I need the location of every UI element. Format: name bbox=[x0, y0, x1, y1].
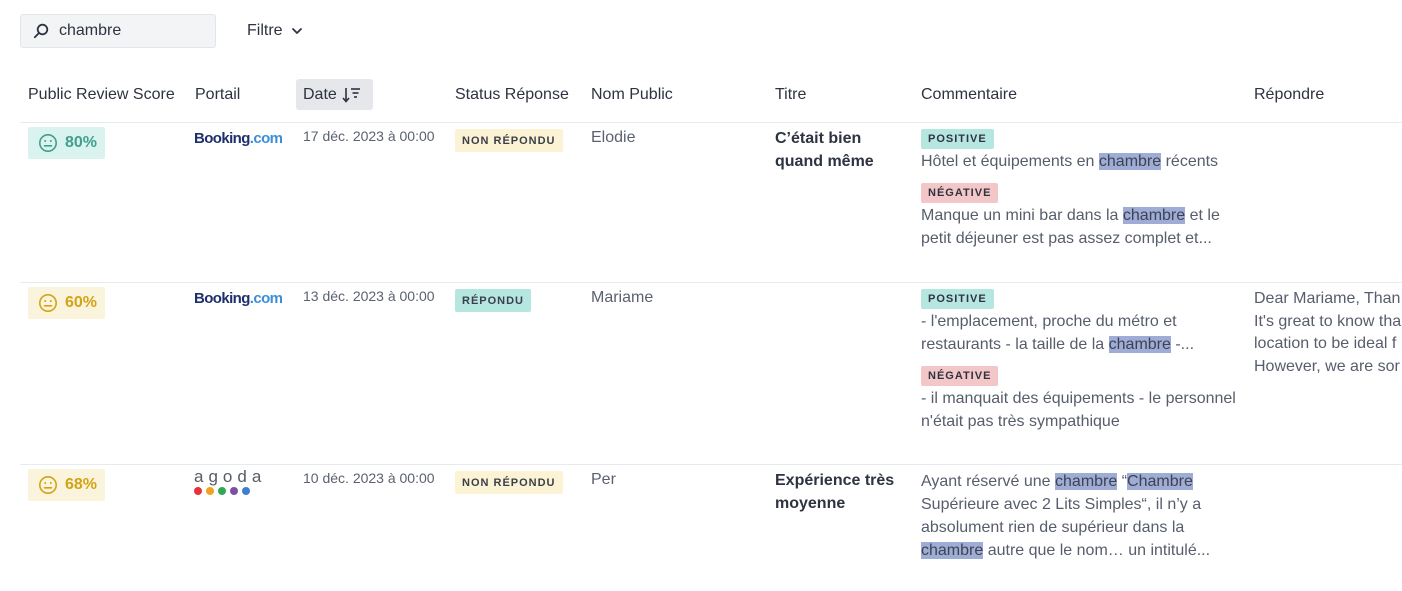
review-date: 13 déc. 2023 à 00:00 bbox=[303, 288, 435, 304]
review-comment: POSITIVE Hôtel et équipements en chambre… bbox=[921, 129, 1243, 250]
status-badge: RÉPONDU bbox=[455, 289, 532, 312]
status-badge: NON RÉPONDU bbox=[455, 471, 563, 494]
status-badge: NON RÉPONDU bbox=[455, 129, 563, 152]
column-header-portal[interactable]: Portail bbox=[195, 86, 240, 104]
neutral-face-icon bbox=[39, 476, 57, 494]
negative-tag: NÉGATIVE bbox=[921, 183, 999, 203]
agoda-logo: agoda bbox=[194, 468, 261, 495]
column-header-score[interactable]: Public Review Score bbox=[28, 86, 175, 104]
positive-tag: POSITIVE bbox=[921, 129, 994, 149]
review-score-value: 80% bbox=[65, 134, 98, 151]
positive-comment: - l'emplacement, proche du métro et rest… bbox=[921, 313, 1195, 353]
search-highlight: chambre bbox=[1108, 336, 1171, 353]
chevron-down-icon bbox=[291, 28, 302, 34]
review-score-badge: 60% bbox=[28, 287, 106, 319]
search-box[interactable] bbox=[20, 14, 216, 48]
booking-logo: Booking.com bbox=[194, 290, 283, 307]
review-comment: Ayant réservé une chambre “Chambre Supér… bbox=[921, 469, 1243, 562]
review-score-badge: 68% bbox=[28, 469, 106, 501]
reviewer-name: Mariame bbox=[591, 289, 654, 306]
search-input[interactable] bbox=[59, 22, 199, 40]
review-score-badge: 80% bbox=[28, 127, 106, 159]
column-header-date-label: Date bbox=[303, 85, 337, 103]
review-title: Expérience très moyenne bbox=[775, 472, 895, 512]
search-highlight: Chambre bbox=[1127, 473, 1193, 490]
header-divider bbox=[20, 122, 1402, 123]
column-header-comment[interactable]: Commentaire bbox=[921, 86, 1017, 104]
review-score-value: 60% bbox=[65, 294, 98, 311]
booking-logo: Booking.com bbox=[194, 130, 283, 147]
search-highlight: chambre bbox=[1098, 153, 1162, 170]
review-comment: POSITIVE - l'emplacement, proche du métr… bbox=[921, 289, 1243, 433]
sort-descending-icon bbox=[342, 87, 360, 103]
positive-tag: POSITIVE bbox=[921, 289, 994, 309]
neutral-face-icon bbox=[39, 294, 57, 312]
comment-text: Ayant réservé une chambre “Chambre Supér… bbox=[921, 473, 1211, 559]
column-header-status[interactable]: Status Réponse bbox=[455, 86, 569, 104]
positive-comment: Hôtel et équipements en chambre récents bbox=[921, 153, 1219, 170]
column-header-reply[interactable]: Répondre bbox=[1254, 86, 1324, 104]
negative-comment: Manque un mini bar dans la chambre et le… bbox=[921, 207, 1220, 247]
reply-text[interactable]: Dear Mariame, Than It's great to know th… bbox=[1254, 288, 1402, 378]
search-highlight: chambre bbox=[1055, 473, 1118, 490]
column-header-name[interactable]: Nom Public bbox=[591, 86, 673, 104]
review-score-value: 68% bbox=[65, 476, 98, 493]
row-divider bbox=[20, 282, 1402, 283]
filter-dropdown[interactable]: Filtre bbox=[247, 22, 303, 40]
review-title: C’était bien quand même bbox=[775, 130, 874, 170]
column-header-date[interactable]: Date bbox=[296, 79, 373, 110]
column-header-title[interactable]: Titre bbox=[775, 86, 806, 104]
row-divider bbox=[20, 464, 1402, 465]
search-icon bbox=[33, 23, 49, 39]
neutral-face-icon bbox=[39, 134, 57, 152]
reviewer-name: Elodie bbox=[591, 129, 636, 146]
search-highlight: chambre bbox=[1122, 207, 1186, 224]
review-date: 10 déc. 2023 à 00:00 bbox=[303, 470, 435, 486]
negative-tag: NÉGATIVE bbox=[921, 366, 999, 386]
review-date: 17 déc. 2023 à 00:00 bbox=[303, 128, 435, 144]
search-highlight: chambre bbox=[921, 542, 984, 559]
reviewer-name: Per bbox=[591, 471, 616, 488]
filter-label: Filtre bbox=[247, 22, 283, 39]
negative-comment: - il manquait des équipements - le perso… bbox=[921, 390, 1236, 430]
